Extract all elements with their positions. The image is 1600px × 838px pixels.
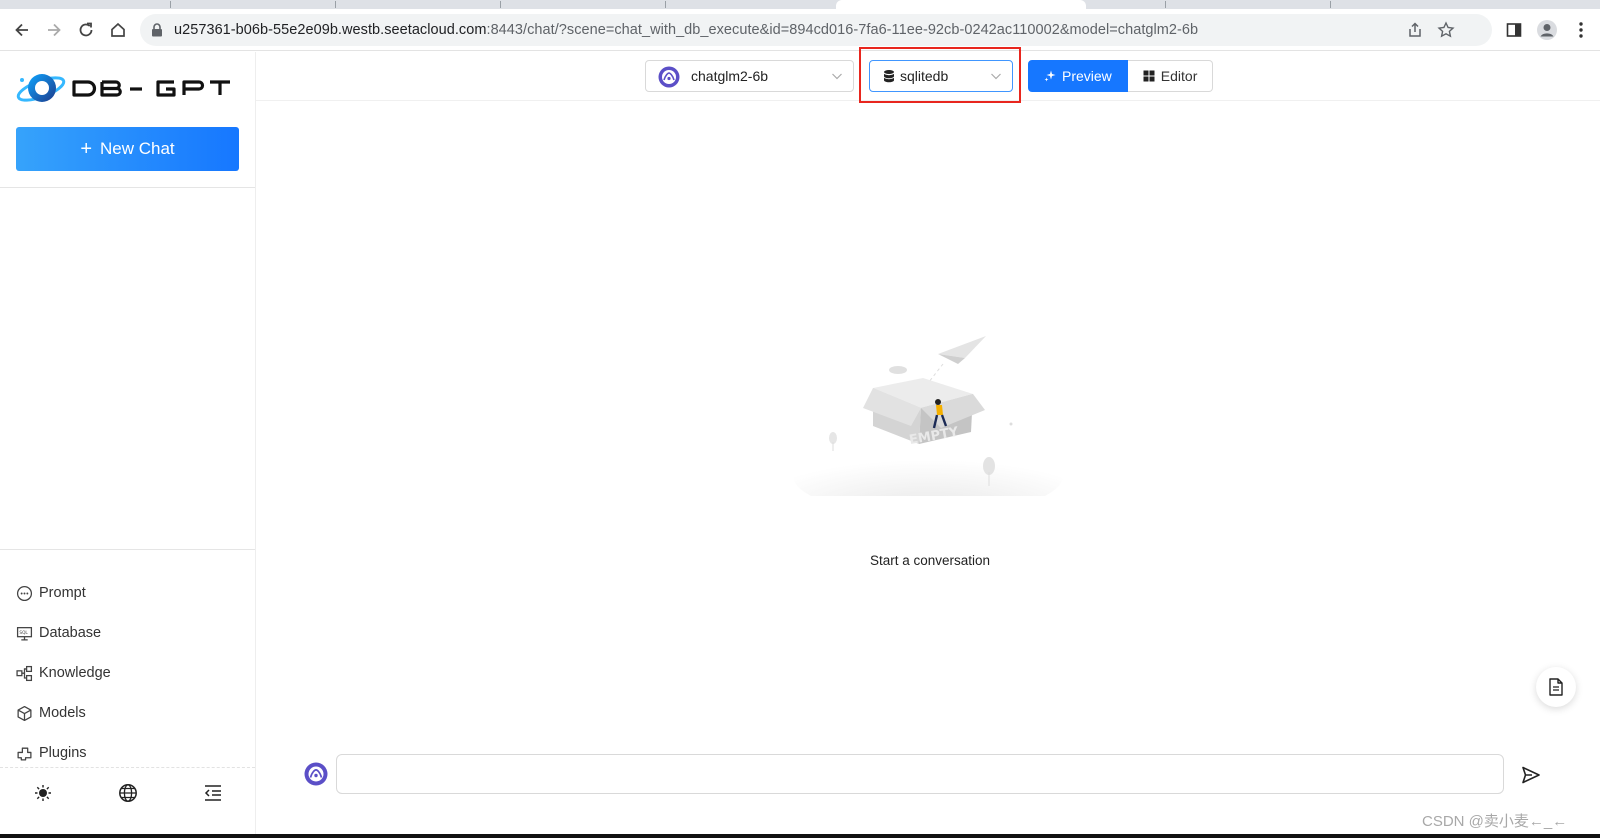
empty-state-text: Start a conversation: [869, 553, 991, 568]
sidebar-item-database[interactable]: SQL Database: [16, 622, 101, 644]
svg-text:SQL: SQL: [19, 630, 28, 636]
database-icon: SQL: [16, 626, 33, 641]
collapse-menu-icon[interactable]: [202, 782, 224, 804]
sidebar-item-plugins[interactable]: Plugins: [16, 742, 87, 764]
empty-state-illustration: EMPTY: [793, 336, 1063, 496]
browser-active-tab[interactable]: [836, 0, 1086, 9]
forward-icon[interactable]: [41, 17, 67, 43]
browser-menu-icon[interactable]: [1568, 17, 1594, 43]
divider: [0, 549, 255, 550]
sidebar-item-knowledge[interactable]: Knowledge: [16, 662, 111, 684]
browser-toolbar: u257361-b06b-55e2e09b.westb.seetacloud.c…: [0, 9, 1600, 51]
address-bar[interactable]: u257361-b06b-55e2e09b.westb.seetacloud.c…: [140, 14, 1492, 46]
sidebar: + New Chat Prompt SQL Database Knowledge…: [0, 52, 256, 838]
document-icon: [1549, 678, 1563, 696]
model-avatar-icon: [304, 762, 328, 786]
home-icon[interactable]: [105, 17, 131, 43]
reload-icon[interactable]: [73, 17, 99, 43]
chevron-down-icon: [832, 73, 842, 80]
annotation-highlight-box: [859, 47, 1021, 103]
send-icon: [1522, 766, 1540, 784]
grid-icon: [1143, 70, 1155, 82]
cube-icon: [17, 705, 32, 721]
chat-header: chatglm2-6b sqlitedb Preview Editor: [256, 47, 1600, 103]
plugin-icon: [17, 747, 32, 761]
plus-icon: +: [80, 138, 93, 160]
knowledge-icon: [16, 665, 33, 681]
bookmark-star-icon[interactable]: [1437, 21, 1455, 39]
lock-icon: [152, 23, 162, 37]
side-panel-icon[interactable]: [1501, 17, 1527, 43]
sun-icon[interactable]: [32, 782, 54, 804]
globe-icon[interactable]: [117, 782, 139, 804]
url-text: u257361-b06b-55e2e09b.westb.seetacloud.c…: [174, 22, 1199, 38]
taskbar-edge: [0, 834, 1600, 838]
divider: [0, 187, 255, 188]
tab-preview[interactable]: Preview: [1028, 60, 1128, 92]
new-chat-button[interactable]: + New Chat: [16, 127, 239, 171]
profile-avatar-icon[interactable]: [1534, 17, 1560, 43]
db-gpt-logo: [16, 74, 230, 102]
browser-tab-strip: [0, 0, 1600, 9]
mode-toggle: Preview Editor: [1028, 60, 1214, 92]
sidebar-item-models[interactable]: Models: [16, 702, 86, 724]
model-avatar-icon: [658, 66, 680, 88]
back-icon[interactable]: [9, 17, 35, 43]
share-icon[interactable]: [1406, 21, 1424, 39]
model-select[interactable]: chatglm2-6b: [645, 60, 854, 92]
document-float-button[interactable]: [1536, 667, 1576, 707]
chat-input[interactable]: [336, 754, 1504, 794]
tab-editor[interactable]: Editor: [1127, 60, 1214, 92]
message-icon: [16, 585, 33, 601]
watermark: CSDN @卖小麦←_←: [1422, 813, 1568, 830]
sparkle-icon: [1044, 70, 1056, 82]
send-button[interactable]: [1519, 763, 1543, 787]
sidebar-item-prompt[interactable]: Prompt: [16, 582, 86, 604]
sidebar-footer: [0, 768, 255, 816]
